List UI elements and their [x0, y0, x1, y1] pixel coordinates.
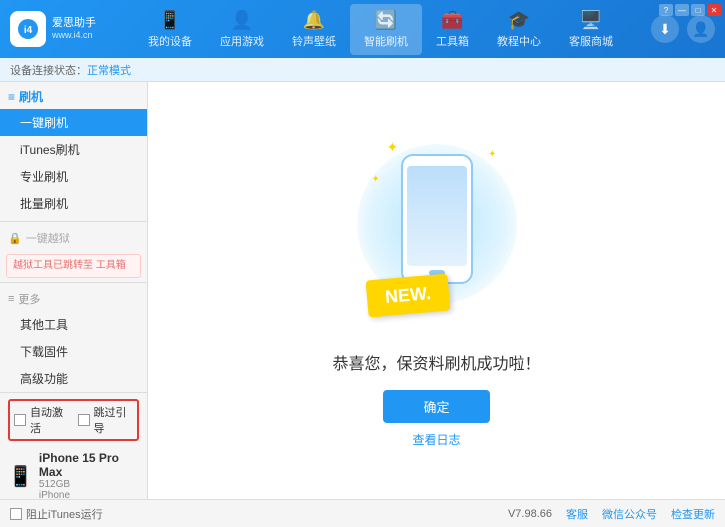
nav-tab-ringtones-label: 铃声壁纸: [292, 33, 336, 49]
window-help-button[interactable]: ?: [659, 4, 673, 16]
breadcrumb-prefix: 设备连接状态：: [10, 62, 87, 78]
footer-left: 阻止iTunes运行: [10, 506, 103, 522]
sidebar-jailbreak-disabled: 🔒 一键越狱: [0, 226, 147, 250]
sidebar-bottom: 自动激活 跳过引导 📱 iPhone 15 Pro Max 512GB iPho…: [0, 392, 147, 499]
device-name: iPhone 15 Pro Max: [39, 451, 139, 479]
store-icon: 🖥️: [580, 10, 602, 31]
user-button[interactable]: 👤: [687, 15, 715, 43]
svg-text:i4: i4: [24, 25, 33, 36]
device-storage: 512GB: [39, 479, 139, 490]
jailbreak-notice: 越狱工具已跳转至 工具箱: [6, 254, 141, 278]
flash-header-icon: ≡: [8, 90, 15, 104]
more-header-icon: ≡: [8, 293, 14, 305]
sidebar-item-pro-flash[interactable]: 专业刷机: [0, 163, 147, 190]
sidebar-item-batch-flash[interactable]: 批量刷机: [0, 190, 147, 217]
footer-right: V7.98.66 客服 微信公众号 检查更新: [508, 506, 715, 522]
confirm-button[interactable]: 确定: [383, 390, 489, 423]
logo: i4 爱思助手 www.i4.cn: [10, 11, 110, 47]
success-message: 恭喜您，保资料刷机成功啦！: [332, 350, 540, 374]
new-badge: NEW.: [365, 273, 450, 317]
sidebar-item-one-key-flash[interactable]: 一键刷机: [0, 109, 147, 136]
footer-check-update[interactable]: 检查更新: [671, 506, 715, 522]
nav-tab-my-device[interactable]: 📱 我的设备: [134, 4, 206, 55]
device-phone-icon: 📱: [8, 464, 33, 489]
no-itunes-checkbox[interactable]: [10, 508, 22, 520]
footer-version: V7.98.66: [508, 508, 552, 520]
nav-tab-toolbox[interactable]: 🧰 工具箱: [422, 4, 483, 55]
guided-activate-label: 跳过引导: [94, 404, 134, 436]
sparkle-2: ✦: [488, 149, 496, 160]
main-navigation: 📱 我的设备 👤 应用游戏 🔔 铃声壁纸 🔄 智能刷机 🧰 工具箱 🎓: [110, 4, 651, 55]
jailbreak-label: 一键越狱: [26, 230, 70, 246]
logo-text: 爱思助手 www.i4.cn: [52, 16, 96, 42]
toolbox-icon: 🧰: [441, 10, 463, 31]
phone-body: [401, 154, 473, 284]
auto-activate-label: 自动激活: [30, 404, 70, 436]
nav-tab-tutorial[interactable]: 🎓 教程中心: [483, 4, 555, 55]
view-log-link[interactable]: 查看日志: [412, 431, 460, 448]
breadcrumb-status: 正常模式: [87, 62, 131, 78]
auto-activate-checkbox[interactable]: [14, 414, 26, 426]
nav-tab-apps-games[interactable]: 👤 应用游戏: [206, 4, 278, 55]
phone-illustration: ✦ ✦ ✦ NEW.: [357, 134, 517, 334]
nav-tab-smart-flash[interactable]: 🔄 智能刷机: [350, 4, 422, 55]
window-maximize-button[interactable]: □: [691, 4, 705, 16]
app-footer: 阻止iTunes运行 V7.98.66 客服 微信公众号 检查更新: [0, 499, 725, 527]
nav-tab-toolbox-label: 工具箱: [436, 33, 469, 49]
device-type: iPhone: [39, 490, 139, 499]
sparkle-3: ✦: [372, 174, 380, 185]
sidebar-divider-2: [0, 282, 147, 283]
phone-screen: [407, 166, 467, 266]
nav-tab-smart-flash-label: 智能刷机: [364, 33, 408, 49]
breadcrumb: 设备连接状态： 正常模式: [0, 58, 725, 82]
lock-icon: 🔒: [8, 232, 22, 245]
ringtones-icon: 🔔: [303, 10, 325, 31]
sidebar: ≡ 刷机 一键刷机 iTunes刷机 专业刷机 批量刷机 🔒 一键越狱 越狱工具…: [0, 82, 148, 499]
download-button[interactable]: ⬇: [651, 15, 679, 43]
nav-tab-store-label: 客服商城: [569, 33, 613, 49]
nav-tab-apps-games-label: 应用游戏: [220, 33, 264, 49]
device-info: 📱 iPhone 15 Pro Max 512GB iPhone: [8, 447, 139, 499]
nav-tab-ringtones[interactable]: 🔔 铃声壁纸: [278, 4, 350, 55]
apps-games-icon: 👤: [231, 10, 253, 31]
header-right: ⬇ 👤: [651, 15, 715, 43]
sidebar-item-other-tools[interactable]: 其他工具: [0, 311, 147, 338]
no-itunes-label: 阻止iTunes运行: [26, 506, 103, 522]
window-close-button[interactable]: ✕: [707, 4, 721, 16]
logo-icon: i4: [10, 11, 46, 47]
guided-activate-checkbox[interactable]: [78, 414, 90, 426]
sidebar-item-download-firmware[interactable]: 下载固件: [0, 338, 147, 365]
device-details: iPhone 15 Pro Max 512GB iPhone: [39, 451, 139, 499]
nav-tab-store[interactable]: 🖥️ 客服商城: [555, 4, 627, 55]
nav-tab-tutorial-label: 教程中心: [497, 33, 541, 49]
flash-header-label: 刷机: [19, 88, 43, 105]
my-device-icon: 📱: [159, 10, 181, 31]
sidebar-item-advanced[interactable]: 高级功能: [0, 365, 147, 392]
footer-wechat[interactable]: 微信公众号: [602, 506, 657, 522]
sidebar-item-itunes-flash[interactable]: iTunes刷机: [0, 136, 147, 163]
footer-customer-service[interactable]: 客服: [566, 506, 588, 522]
app-header: i4 爱思助手 www.i4.cn 📱 我的设备 👤 应用游戏 🔔 铃声壁纸: [0, 0, 725, 58]
smart-flash-icon: 🔄: [375, 10, 397, 31]
sidebar-more-header: ≡ 更多: [0, 287, 147, 311]
sparkle-1: ✦: [387, 139, 399, 156]
tutorial-icon: 🎓: [508, 10, 530, 31]
main-layout: ≡ 刷机 一键刷机 iTunes刷机 专业刷机 批量刷机 🔒 一键越狱 越狱工具…: [0, 82, 725, 499]
sidebar-flash-header: ≡ 刷机: [0, 82, 147, 109]
nav-tab-my-device-label: 我的设备: [148, 33, 192, 49]
more-header-label: 更多: [18, 291, 40, 307]
main-content: ✦ ✦ ✦ NEW. 恭喜您，保资料刷机成功啦！ 确定 查看日志: [148, 82, 725, 499]
sidebar-divider-1: [0, 221, 147, 222]
auto-activate-row: 自动激活 跳过引导: [8, 399, 139, 441]
window-minimize-button[interactable]: —: [675, 4, 689, 16]
